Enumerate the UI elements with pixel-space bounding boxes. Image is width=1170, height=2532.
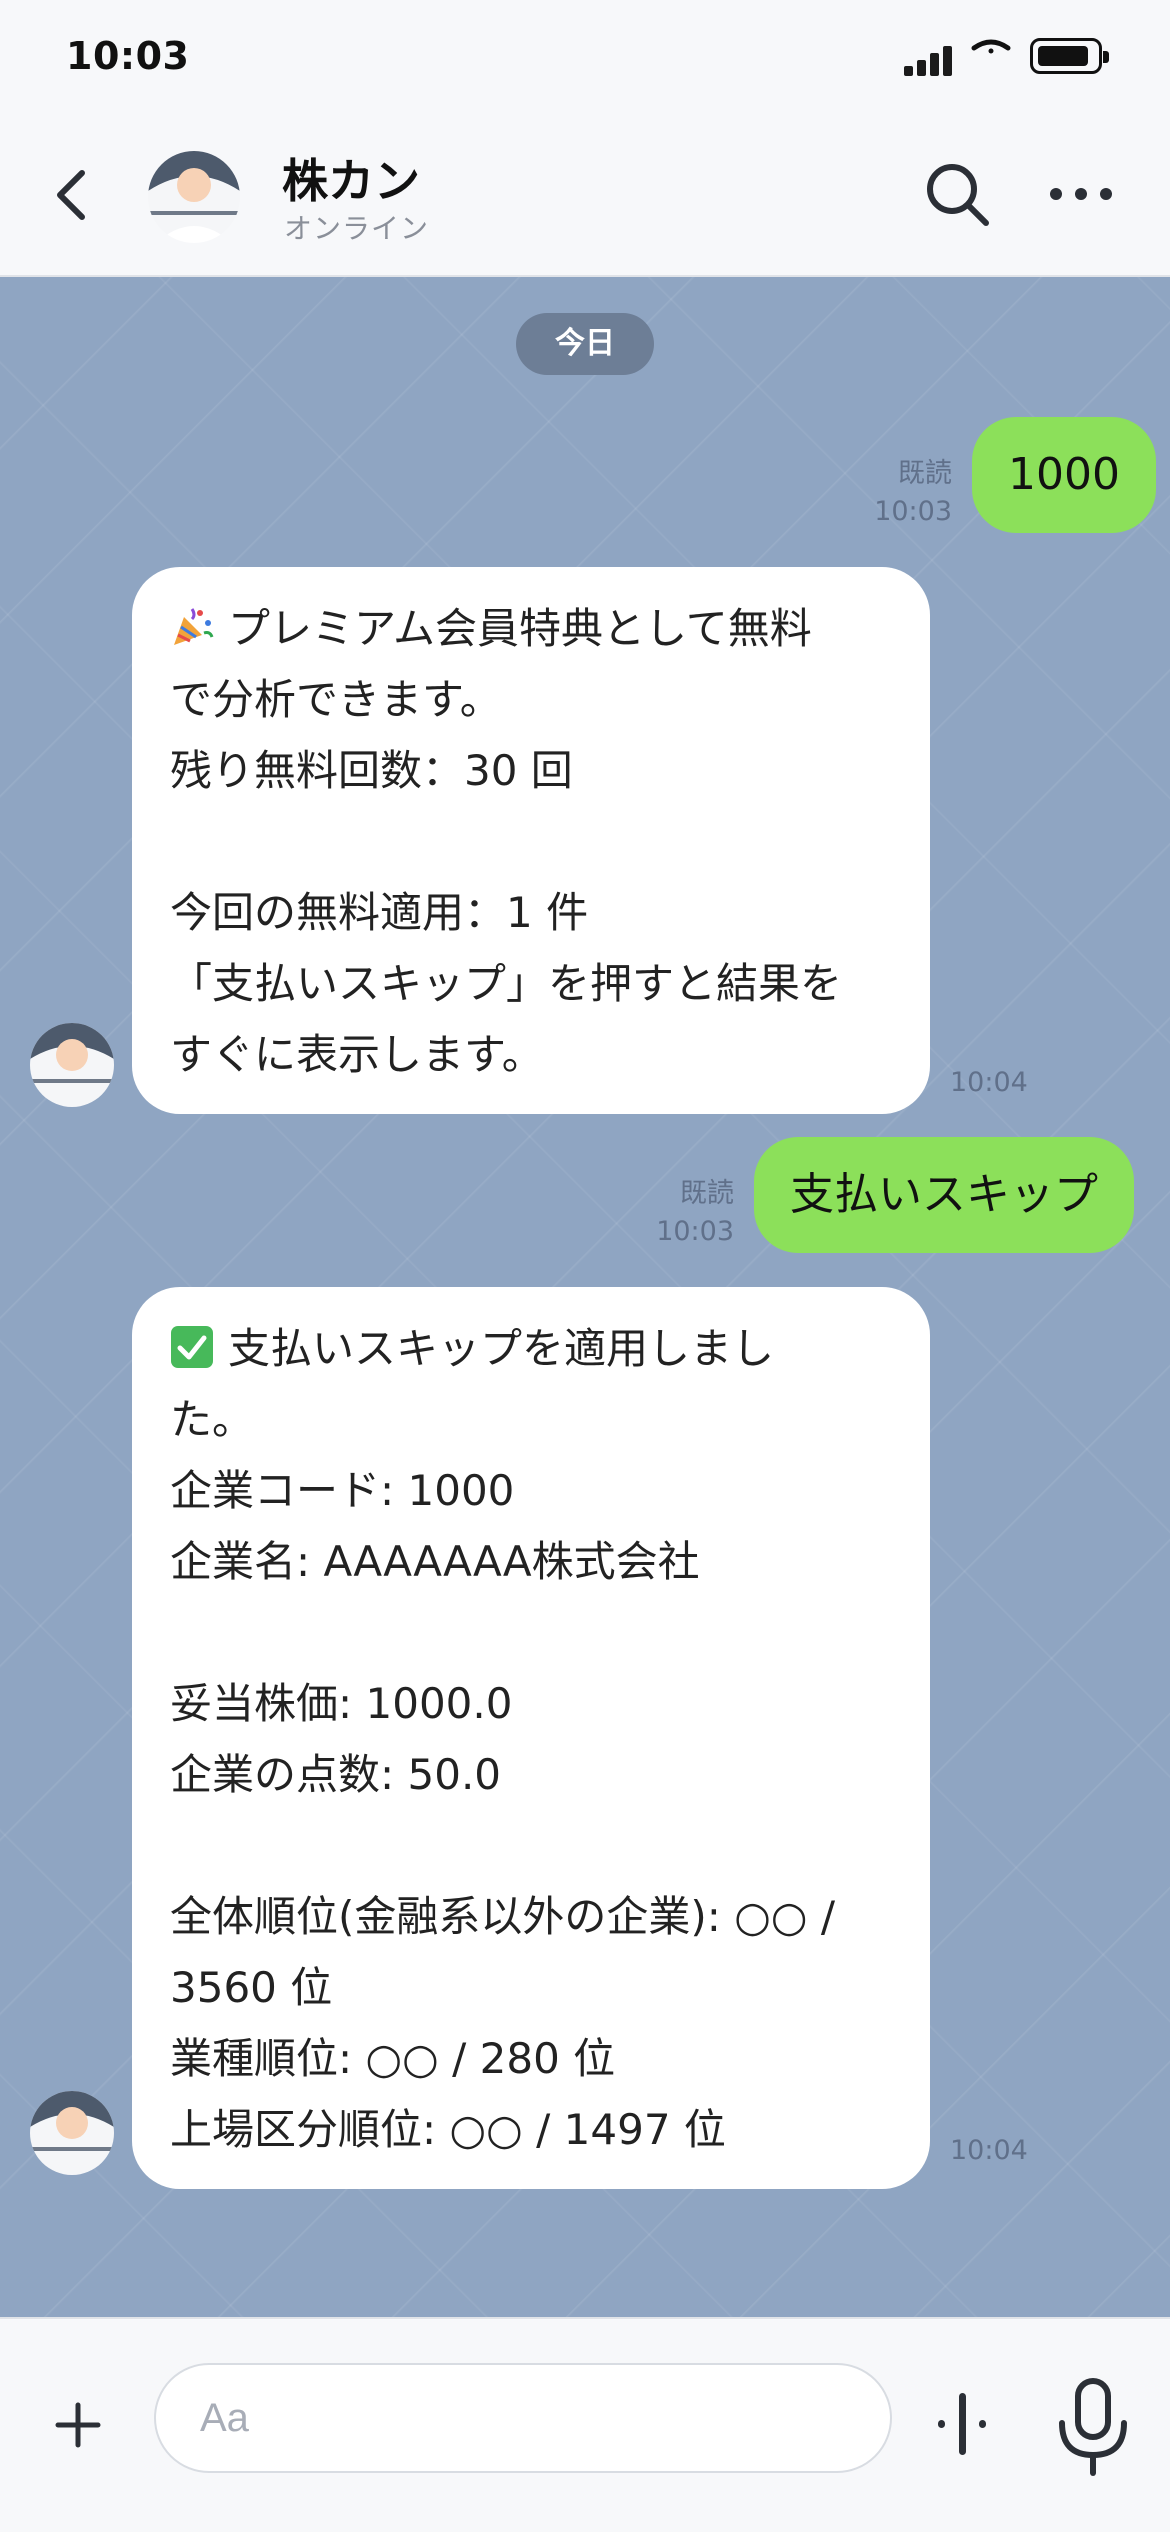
battery-icon xyxy=(1030,38,1109,74)
contact-name: 株カン xyxy=(282,154,420,208)
search-icon[interactable] xyxy=(922,159,994,231)
date-separator: 今日 xyxy=(516,313,654,375)
message-time: 10:04 xyxy=(950,2135,1028,2166)
chat-header: 株カン オンライン xyxy=(0,115,1170,277)
outgoing-message[interactable]: 1000 xyxy=(972,417,1156,533)
message-time: 10:04 xyxy=(950,1067,1028,1098)
message-line: 「支払いスキップ」を押すと結果を xyxy=(170,959,843,1008)
message-line xyxy=(170,1810,892,1881)
audio-wave-icon[interactable] xyxy=(932,2389,992,2459)
read-receipt: 既読 xyxy=(680,1178,734,1209)
message-line: すぐに表示します。 xyxy=(170,1030,544,1079)
read-receipt: 既読 xyxy=(898,458,952,489)
incoming-message[interactable]: 支払いスキップを適用しまし た。 企業コード: 1000 企業名: AAAAAA… xyxy=(132,1287,930,2189)
microphone-icon[interactable] xyxy=(1050,2377,1136,2477)
message-time: 10:03 xyxy=(874,496,952,527)
bot-avatar[interactable] xyxy=(30,1023,114,1107)
message-line: プレミアム会員特典として無料 xyxy=(170,593,892,664)
message-line: 業種順位: ○○ / 280 位 xyxy=(170,2034,616,2083)
wifi-icon xyxy=(971,39,1011,54)
incoming-message[interactable]: プレミアム会員特典として無料 で分析できます。 残り無料回数：30 回 今回の無… xyxy=(132,567,930,1114)
message-list[interactable]: 今日 既読 10:03 1000 プレミアム会員特典として無料 で分析できます。… xyxy=(0,277,1170,2317)
check-mark-icon xyxy=(171,1326,213,1368)
message-line: た。 xyxy=(170,1395,255,1444)
message-input-wrapper xyxy=(154,2363,894,2473)
input-bar xyxy=(0,2317,1170,2532)
more-options-icon[interactable] xyxy=(1046,169,1116,219)
message-line: 企業の点数: 50.0 xyxy=(170,1750,502,1799)
message-line: 全体順位(金融系以外の企業): ○○ / xyxy=(170,1892,836,1941)
back-arrow-icon[interactable] xyxy=(44,165,104,225)
bot-avatar[interactable] xyxy=(30,2091,114,2175)
party-popper-icon xyxy=(174,608,214,645)
plus-icon[interactable] xyxy=(50,2397,106,2453)
message-meta: 既読 10:03 xyxy=(630,1175,734,1251)
contact-avatar[interactable] xyxy=(148,151,240,243)
message-line: 3560 位 xyxy=(170,1963,333,2012)
message-line: で分析できます。 xyxy=(170,675,502,724)
contact-status: オンライン xyxy=(284,212,430,245)
message-line: 支払いスキップを適用しまし xyxy=(170,1313,892,1384)
message-line xyxy=(170,1597,892,1668)
status-bar: 10:03 xyxy=(0,0,1170,115)
message-line: 上場区分順位: ○○ / 1497 位 xyxy=(170,2105,726,2154)
outgoing-message[interactable]: 支払いスキップ xyxy=(754,1137,1134,1253)
status-time: 10:03 xyxy=(66,34,190,78)
message-time: 10:03 xyxy=(656,1216,734,1247)
message-line: 企業名: AAAAAAA株式会社 xyxy=(170,1537,700,1586)
message-line: 残り無料回数：30 回 xyxy=(170,746,573,795)
message-input[interactable] xyxy=(198,2395,894,2442)
message-line xyxy=(170,806,892,877)
message-line: 今回の無料適用：1 件 xyxy=(170,888,589,937)
message-meta: 既読 10:03 xyxy=(850,455,952,531)
chat-screen: 10:03 株カン オンライン 今日 既読 10:03 1000 プレミアム会員… xyxy=(0,0,1170,2532)
message-line: 妥当株価: 1000.0 xyxy=(170,1679,513,1728)
signal-icon xyxy=(904,44,954,76)
message-line: 企業コード: 1000 xyxy=(170,1466,515,1515)
